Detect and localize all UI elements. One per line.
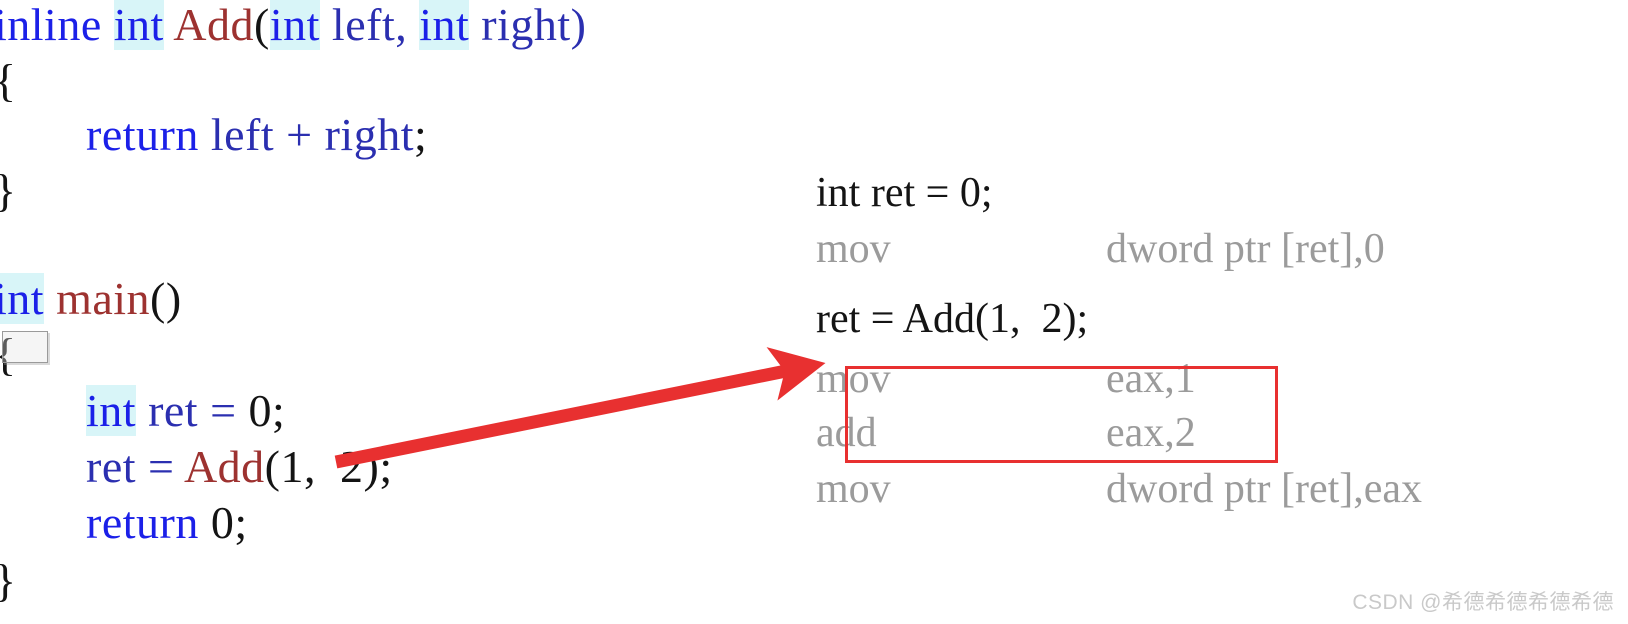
code-token: int (86, 385, 137, 436)
source-line-main-close-brace: } (0, 558, 17, 604)
disasm-mnemonic: mov (816, 466, 891, 512)
code-token: } (0, 165, 17, 216)
disasm-operands: eax,1 (1106, 356, 1196, 402)
source-line-main-signature: int main() (0, 273, 182, 324)
code-token: () (150, 273, 182, 324)
code-comparison-screenshot: inline int Add(int left, int right){retu… (0, 0, 1628, 624)
disasm-operands: eax,2 (1106, 410, 1196, 456)
disasm-mnemonic: add (816, 410, 877, 456)
code-token: right (312, 109, 414, 160)
code-token: = (210, 385, 237, 436)
disasm-source-line-src-int-ret: int ret = 0; (816, 172, 993, 214)
code-token: right) (469, 0, 587, 50)
code-token: 0 (248, 385, 273, 436)
code-token: int (419, 0, 470, 50)
code-token: , (304, 441, 340, 492)
disasm-mnemonic: mov (816, 356, 891, 402)
code-token: main (56, 273, 151, 324)
code-token: ; (234, 497, 248, 548)
disasm-instruction-asm-mov-ret-eax: mov dword ptr [ret],eax (816, 468, 1422, 510)
code-token: ret (136, 385, 211, 436)
disasm-instruction-asm-add-eax-2: add eax,2 (816, 412, 1196, 454)
disasm-operands: dword ptr [ret],0 (1106, 226, 1385, 272)
source-line-fn-open-brace: { (0, 58, 17, 104)
source-line-main-return: return 0; (86, 500, 248, 546)
code-token: ; (272, 385, 286, 436)
source-line-fn-close-brace: } (0, 168, 17, 214)
disasm-source-line-src-ret-add: ret = Add(1, 2); (816, 298, 1088, 340)
code-token: ); (363, 441, 393, 492)
code-token: return (86, 497, 199, 548)
source-line-main-decl-ret: int ret = 0; (86, 385, 286, 436)
code-token: ; (413, 109, 428, 160)
code-token: left, (319, 0, 420, 50)
disasm-instruction-asm-mov-ret-0: mov dword ptr [ret],0 (816, 228, 1385, 270)
text-cursor-icon (2, 331, 48, 363)
disasm-source-text: ret = Add(1, 2); (816, 296, 1089, 342)
source-line-fn-signature: inline int Add(int left, int right) (0, 0, 587, 50)
code-token: ret (86, 441, 149, 492)
disasm-mnemonic: mov (816, 226, 891, 272)
source-line-fn-return: return left + right; (86, 112, 427, 158)
code-token: int (0, 273, 45, 324)
source-line-main-call-add: ret = Add(1, 2); (86, 444, 393, 490)
code-token: 1 (280, 441, 304, 492)
code-token: int (269, 0, 320, 50)
code-token: ( (254, 0, 270, 50)
code-token: left (198, 109, 287, 160)
code-token: Add (173, 0, 255, 50)
code-token: + (286, 109, 313, 160)
code-token: inline (0, 0, 114, 50)
code-token: 0 (210, 497, 235, 548)
disasm-source-text: int ret = 0; (816, 170, 993, 216)
code-token: Add (183, 441, 265, 492)
code-token: return (86, 109, 199, 160)
code-token: } (0, 555, 17, 606)
disasm-instruction-asm-mov-eax-1: mov eax,1 (816, 358, 1196, 400)
disasm-operands: dword ptr [ret],eax (1106, 466, 1423, 512)
code-token: = (148, 441, 175, 492)
code-token: 2 (340, 441, 364, 492)
source-code-panel: inline int Add(int left, int right){retu… (0, 0, 800, 624)
code-token: ( (264, 441, 281, 492)
csdn-watermark: CSDN @希德希德希德希德 (1352, 591, 1614, 614)
code-token: int (113, 0, 164, 50)
disassembly-panel: int ret = 0; mov dword ptr [ret],0 ret = Ad… (800, 0, 1628, 624)
code-token: { (0, 55, 17, 106)
